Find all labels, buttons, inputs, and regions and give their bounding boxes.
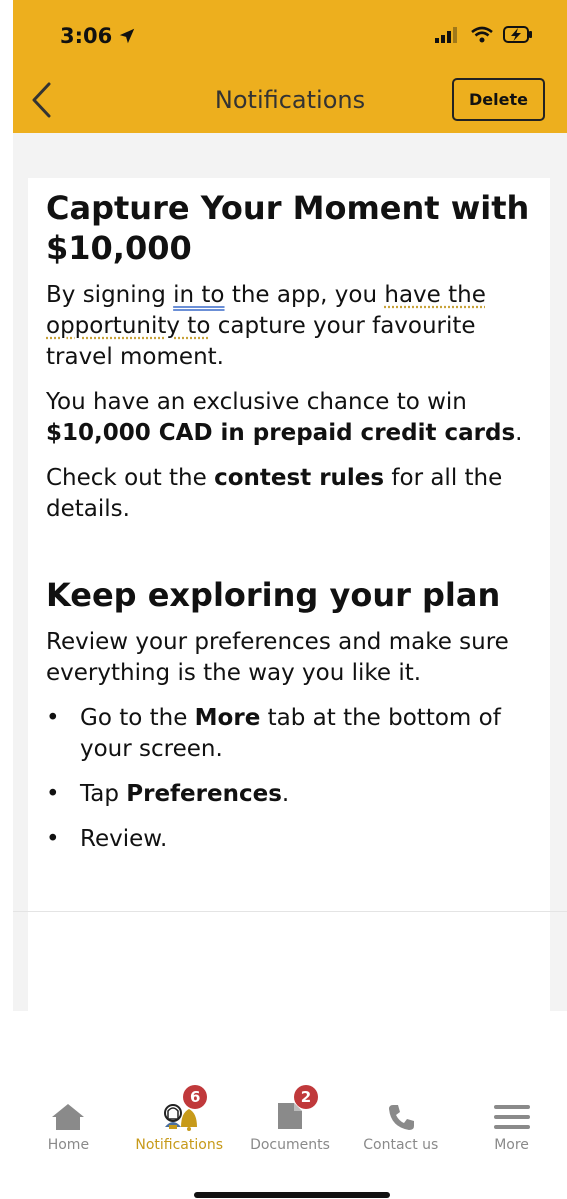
list-item: Review. (46, 824, 532, 855)
text-segment: Check out the (46, 465, 215, 491)
text-segment-bold: Preferences (126, 781, 282, 807)
contest-rules-link[interactable]: contest rules (214, 465, 384, 491)
battery-charging-icon (503, 26, 532, 43)
text-segment-bold: $10,000 CAD in prepaid credit cards (46, 420, 516, 446)
text-segment: Go to the (80, 705, 195, 731)
tab-home[interactable]: Home (13, 1095, 124, 1165)
tab-label: More (494, 1137, 529, 1153)
tab-more[interactable]: More (456, 1095, 567, 1165)
notification-paragraph-2: You have an exclusive chance to win $10,… (46, 387, 532, 449)
nav-bar: Notifications Delete (13, 72, 567, 133)
tab-contact-us[interactable]: Contact us (345, 1095, 456, 1165)
tab-label: Contact us (363, 1137, 439, 1153)
home-indicator[interactable] (194, 1192, 390, 1198)
tab-icon-wrap (48, 1095, 88, 1131)
text-segment-underlined: opportunity to (46, 313, 211, 339)
divider (13, 911, 567, 912)
notification-badge: 6 (183, 1085, 208, 1109)
list-item: Tap Preferences. (46, 779, 532, 810)
tab-notifications[interactable]: 6 Notifications (124, 1085, 235, 1165)
tab-icon-wrap: 6 (159, 1085, 208, 1131)
notification-section-2: Keep exploring your plan Review your pre… (46, 575, 532, 855)
documents-badge: 2 (293, 1085, 318, 1109)
delete-button[interactable]: Delete (452, 78, 545, 121)
location-arrow-icon (120, 28, 135, 44)
status-time-text: 3:06 (60, 24, 113, 48)
text-segment: Tap (80, 781, 127, 807)
text-segment-bold: More (194, 705, 261, 731)
notification-card[interactable]: Capture Your Moment with $10,000 By sign… (28, 178, 550, 1011)
signal-icon (435, 26, 457, 43)
text-segment: You have an exclusive chance to win (46, 389, 467, 415)
notification-title: Capture Your Moment with $10,000 (46, 189, 530, 267)
bottom-tab-bar: Home 6 Notifications 2 Documents Contact… (13, 1085, 567, 1165)
app-header: 3:06 Notifications Delete (13, 0, 567, 133)
notification-paragraph-3: Check out the contest rules for all the … (46, 463, 532, 525)
text-segment: . (515, 420, 523, 446)
tab-documents[interactable]: 2 Documents (235, 1085, 346, 1165)
text-segment: By signing (46, 282, 174, 308)
tab-icon-wrap (492, 1095, 532, 1131)
tab-icon-wrap (381, 1095, 421, 1131)
notification-title: Keep exploring your plan (46, 576, 501, 614)
wifi-icon (471, 26, 493, 43)
tab-label: Documents (250, 1137, 330, 1153)
status-bar: 3:06 (13, 0, 567, 72)
text-segment: the app, you (224, 282, 385, 308)
menu-icon (493, 1105, 530, 1129)
status-time: 3:06 (60, 24, 136, 48)
text-segment-underlined: in to (173, 282, 225, 308)
text-segment-underlined: have the (384, 282, 486, 308)
notification-paragraph-1: By signing in to the app, you have the o… (46, 280, 532, 373)
instruction-list: Go to the More tab at the bottom of your… (46, 703, 532, 855)
home-icon (52, 1104, 85, 1130)
status-icons (435, 26, 533, 43)
tab-label: Home (47, 1137, 90, 1153)
notifications-list: Capture Your Moment with $10,000 By sign… (13, 133, 567, 1011)
tab-icon-wrap: 2 (270, 1085, 318, 1131)
text-segment: Review. (80, 826, 168, 852)
notification-intro: Review your preferences and make sure ev… (46, 629, 509, 686)
text-segment: . (281, 781, 290, 807)
phone-icon (388, 1105, 414, 1130)
list-item: Go to the More tab at the bottom of your… (46, 703, 532, 765)
tab-label: Notifications (135, 1137, 223, 1153)
